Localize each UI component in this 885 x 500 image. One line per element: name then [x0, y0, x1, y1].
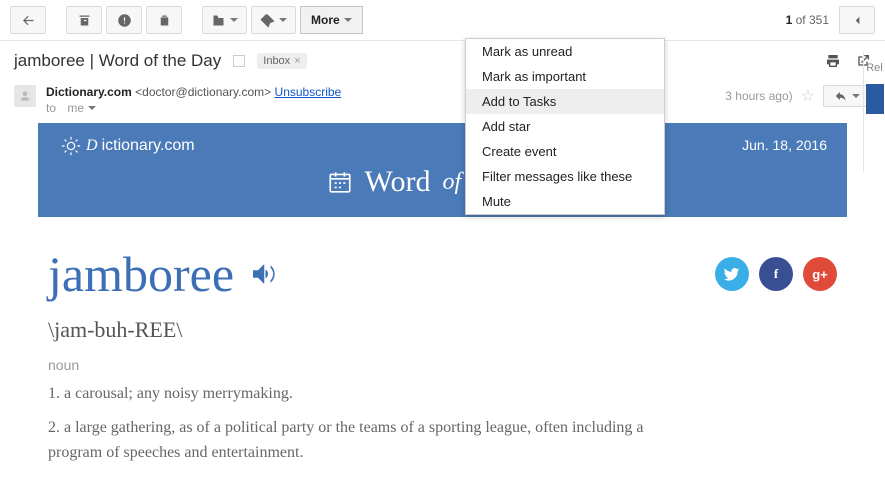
remove-label-icon[interactable]: ×: [294, 55, 300, 67]
sender-name: Dictionary.com: [46, 85, 132, 99]
pager-of: of: [796, 13, 806, 27]
move-to-button[interactable]: [202, 6, 247, 34]
more-button[interactable]: More: [300, 6, 363, 34]
inbox-label-chip[interactable]: Inbox ×: [257, 53, 306, 69]
pager: 1 of 351: [786, 6, 875, 34]
banner-title: Wordof theDay: [60, 165, 825, 199]
social-share: f g+: [715, 257, 837, 291]
part-of-speech: noun: [48, 357, 837, 373]
timestamp: 3 hours ago): [725, 89, 792, 103]
subject-row: jamboree | Word of the Day Inbox ×: [0, 41, 885, 81]
definition-2: 2. a large gathering, as of a political …: [48, 415, 688, 466]
facebook-button[interactable]: f: [759, 257, 793, 291]
chevron-down-icon: [344, 18, 352, 22]
back-button[interactable]: [10, 6, 46, 34]
archive-button[interactable]: [66, 6, 102, 34]
side-panel: Rel: [863, 52, 885, 172]
details-toggle[interactable]: [88, 106, 96, 110]
pronunciation: \jam-buh-REE\: [48, 317, 837, 343]
audio-icon[interactable]: [248, 259, 278, 289]
labels-button[interactable]: [251, 6, 296, 34]
menu-filter-like[interactable]: Filter messages like these: [466, 164, 664, 189]
email-body: Dictionary.com Jun. 18, 2016 Wordof theD…: [0, 123, 885, 466]
brand-icon: [60, 135, 82, 157]
recipient-line: to me: [46, 101, 341, 115]
menu-add-to-tasks[interactable]: Add to Tasks: [466, 89, 664, 114]
menu-create-event[interactable]: Create event: [466, 139, 664, 164]
menu-mark-important[interactable]: Mark as important: [466, 64, 664, 89]
importance-marker[interactable]: [233, 55, 245, 67]
delete-button[interactable]: [146, 6, 182, 34]
chevron-down-icon: [279, 18, 287, 22]
menu-add-star[interactable]: Add star: [466, 114, 664, 139]
word-section: jamboree f g+ \jam-buh-REE\ noun 1. a ca…: [38, 217, 847, 466]
side-label: Rel: [866, 62, 883, 74]
prev-button[interactable]: [839, 6, 875, 34]
more-label: More: [311, 13, 340, 27]
twitter-button[interactable]: [715, 257, 749, 291]
pager-total: 351: [809, 13, 829, 27]
menu-mark-unread[interactable]: Mark as unread: [466, 39, 664, 64]
sender-row: Dictionary.com <doctor@dictionary.com> U…: [0, 81, 885, 123]
definition-1: 1. a carousal; any noisy merrymaking.: [48, 381, 688, 407]
print-icon[interactable]: [825, 53, 841, 69]
wotd-banner: Dictionary.com Jun. 18, 2016 Wordof theD…: [38, 123, 847, 217]
side-logo: [866, 84, 884, 114]
headword: jamboree: [48, 245, 278, 303]
spam-button[interactable]: [106, 6, 142, 34]
toolbar: More 1 of 351: [0, 0, 885, 41]
sender-line: Dictionary.com <doctor@dictionary.com> U…: [46, 85, 341, 99]
brand-logo: Dictionary.com: [60, 135, 825, 157]
calendar-icon: [327, 169, 353, 195]
inbox-label-text: Inbox: [263, 55, 290, 67]
unsubscribe-link[interactable]: Unsubscribe: [275, 85, 342, 99]
googleplus-button[interactable]: g+: [803, 257, 837, 291]
star-icon[interactable]: ☆: [801, 86, 815, 106]
email-subject: jamboree | Word of the Day: [14, 51, 221, 71]
chevron-down-icon: [230, 18, 238, 22]
sender-email: <doctor@dictionary.com>: [135, 85, 271, 99]
banner-date: Jun. 18, 2016: [742, 137, 827, 153]
menu-mute[interactable]: Mute: [466, 189, 664, 214]
more-dropdown: Mark as unread Mark as important Add to …: [465, 38, 665, 215]
chevron-down-icon: [852, 94, 860, 98]
avatar: [14, 85, 36, 107]
pager-current: 1: [786, 13, 793, 27]
